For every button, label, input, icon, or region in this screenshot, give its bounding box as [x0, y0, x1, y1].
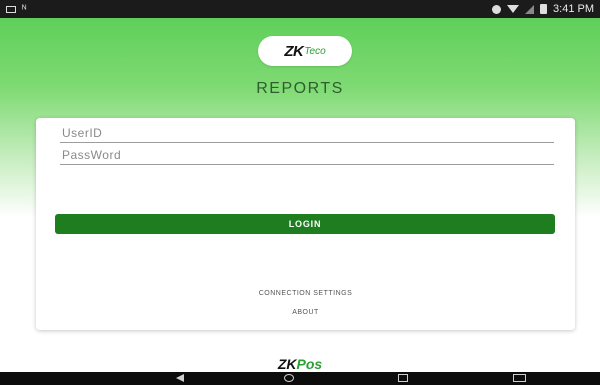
about-link[interactable]: ABOUT [36, 309, 575, 316]
brand-sub-text: Pos [296, 356, 323, 372]
home-icon[interactable] [284, 374, 294, 382]
battery-icon [540, 4, 548, 14]
logo-sub-text: Teco [304, 45, 326, 57]
login-card: LOGIN CONNECTION SETTINGS ABOUT [36, 118, 575, 330]
keyboard-icon[interactable] [513, 374, 526, 382]
password-input[interactable] [60, 146, 554, 165]
wifi-icon [507, 5, 520, 13]
page-title: REPORTS [256, 80, 344, 97]
circle-icon [492, 4, 502, 14]
status-time: 3:41 PM [553, 3, 594, 15]
zkteco-logo: ZK Teco [258, 36, 352, 66]
login-button[interactable]: LOGIN [55, 214, 555, 234]
cell-signal-icon [525, 4, 535, 14]
back-icon[interactable] [176, 374, 184, 382]
navigation-bar [0, 372, 600, 385]
status-bar: ᴺ 3:41 PM [0, 0, 600, 18]
status-right-icons: 3:41 PM [492, 3, 594, 15]
brand-main-text: ZK [277, 356, 297, 372]
connection-settings-link[interactable]: CONNECTION SETTINGS [36, 290, 575, 297]
signal-icon: ᴺ [22, 3, 27, 15]
status-left-icons: ᴺ [6, 4, 26, 15]
logo-main-text: ZK [284, 42, 304, 60]
userid-input[interactable] [60, 124, 554, 143]
sheet-icon [6, 5, 16, 13]
recents-icon[interactable] [398, 374, 408, 382]
